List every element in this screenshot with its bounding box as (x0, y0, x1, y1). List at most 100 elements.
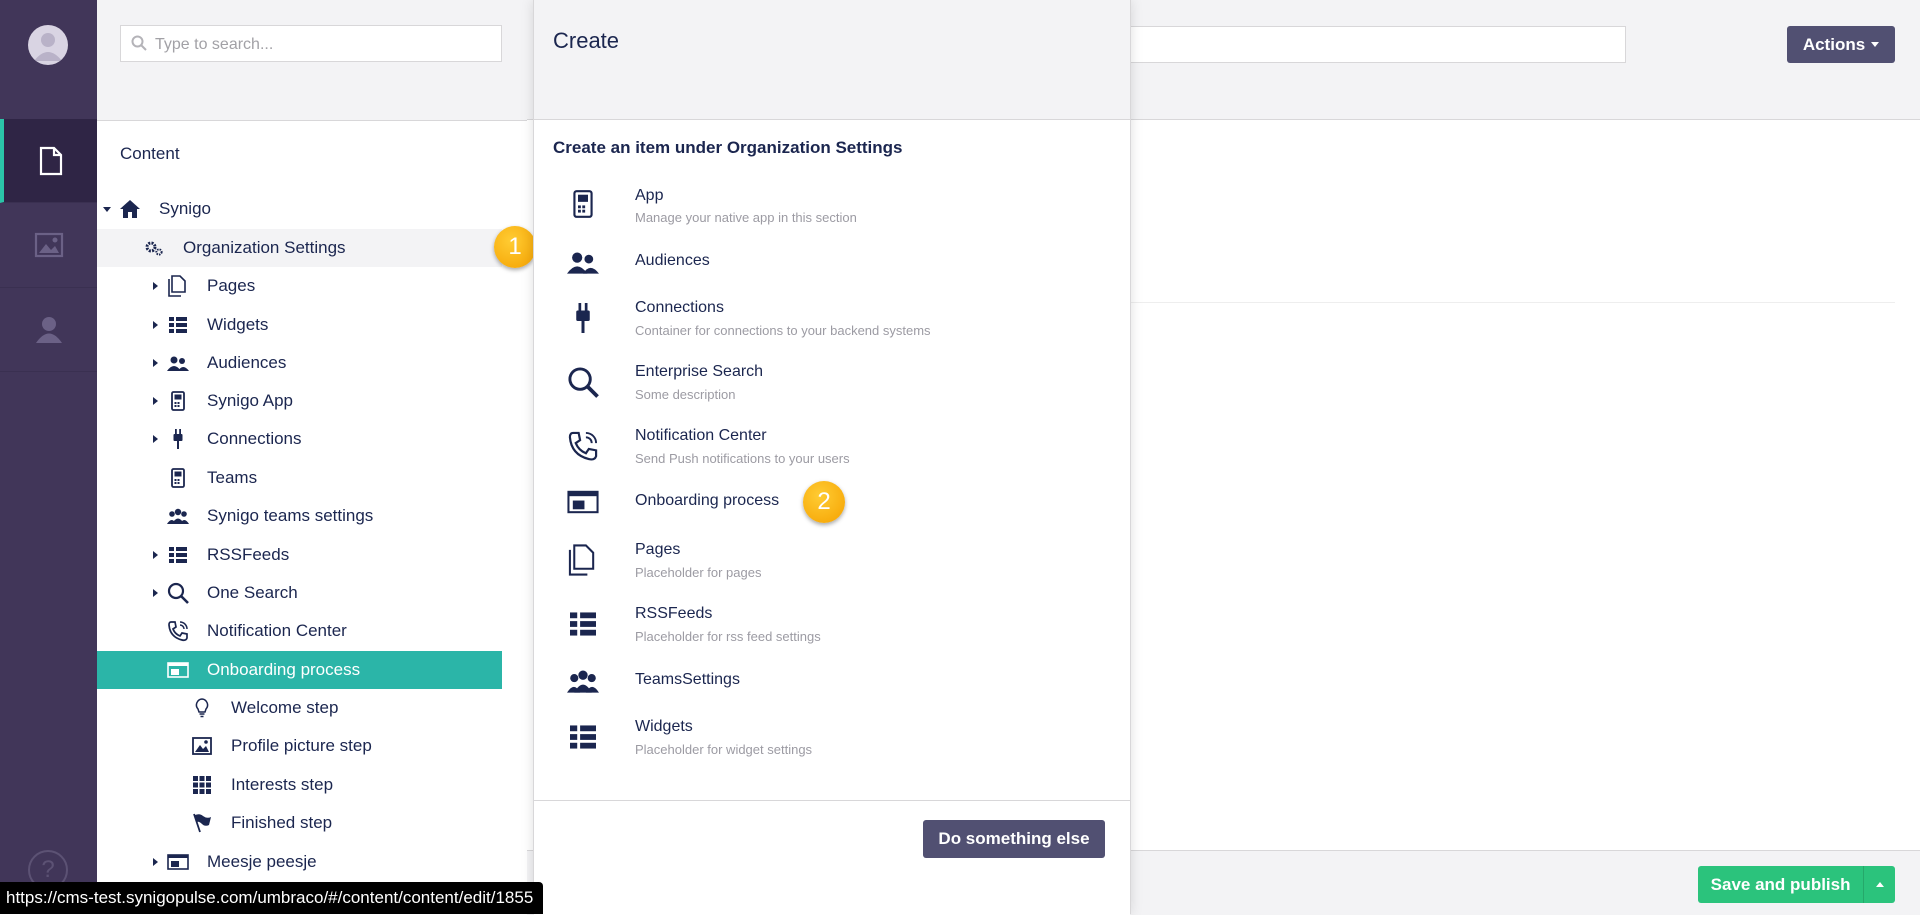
expand-caret-icon[interactable] (153, 435, 158, 443)
tree-node-label: Meesje peesje (207, 852, 317, 871)
caret-down-icon (1871, 42, 1880, 47)
media-icon (34, 232, 64, 258)
actions-button[interactable]: Actions (1787, 26, 1895, 63)
tree-node-interests-step[interactable]: Interests step (97, 766, 502, 804)
tree-node-connections[interactable]: Connections (97, 420, 502, 458)
caret-up-icon (1875, 882, 1884, 887)
create-item-audiences[interactable]: Audiences (534, 243, 1130, 303)
tree-node-synigo[interactable]: Synigo (97, 190, 502, 228)
tree-node-audiences[interactable]: Audiences (97, 344, 502, 382)
screens-icon (167, 851, 189, 873)
save-and-publish-button[interactable]: Save and publish (1698, 866, 1895, 903)
tree-node-label: Welcome step (231, 698, 339, 717)
create-item-pages[interactable]: Pages Placeholder for pages (534, 541, 1130, 601)
members-section-button[interactable] (0, 287, 97, 372)
create-item-description: Manage your native app in this section (635, 210, 857, 225)
tree-node-label: Synigo App (207, 391, 294, 410)
users-icon (167, 352, 189, 374)
search-icon (167, 582, 189, 604)
tree-node-meesje-peesje[interactable]: Meesje peesje (97, 843, 502, 881)
members-icon (34, 314, 64, 344)
users-icon (167, 505, 189, 527)
expand-caret-icon[interactable] (153, 282, 158, 290)
tree-node-label: Profile picture step (231, 736, 372, 755)
tree-node-label: Notification Center (207, 621, 347, 640)
create-item-description: Send Push notifications to your users (635, 451, 850, 466)
content-section-button[interactable] (0, 119, 97, 203)
create-item-description: Placeholder for widget settings (635, 742, 813, 757)
content-icon (38, 146, 64, 176)
tree-node-pages[interactable]: Pages (97, 267, 502, 305)
expand-caret-icon[interactable] (153, 359, 158, 367)
tree-node-teams[interactable]: Teams (97, 459, 502, 497)
documents-icon (167, 275, 189, 297)
tree-node-profile-picture-step[interactable]: Profile picture step (97, 727, 502, 765)
create-item-name: TeamsSettings (635, 671, 740, 688)
tree-node-widgets[interactable]: Widgets (97, 306, 502, 344)
tree-search-area (97, 0, 527, 121)
tree-node-organization-settings[interactable]: Organization Settings (97, 229, 502, 267)
tree-search-input[interactable] (153, 26, 487, 63)
plug-icon (564, 299, 602, 337)
dialog-header: Create (534, 0, 1130, 120)
create-item-teamssettings[interactable]: TeamsSettings (534, 662, 1130, 722)
screens-icon (167, 659, 189, 681)
tree-node-label: Onboarding process (207, 660, 361, 679)
tree-node-onboarding-process[interactable]: Onboarding process (97, 651, 502, 689)
step-badge-2: 2 (803, 481, 845, 523)
expand-caret-icon[interactable] (153, 858, 158, 866)
tree-node-synigo-teams-settings[interactable]: Synigo teams settings (97, 497, 502, 535)
create-item-rssfeeds[interactable]: RSSFeeds Placeholder for rss feed settin… (534, 605, 1130, 665)
tree-node-synigo-app[interactable]: Synigo App (97, 382, 502, 420)
tree-node-welcome-step[interactable]: Welcome step (97, 689, 502, 727)
tree-node-label: Finished step (231, 813, 333, 832)
tree-node-label: Pages (207, 276, 256, 295)
grid-icon (191, 774, 213, 796)
tree-node-rssfeeds[interactable]: RSSFeeds (97, 536, 502, 574)
expand-caret-icon[interactable] (153, 589, 158, 597)
tree-node-label: Teams (207, 468, 258, 487)
create-item-widgets[interactable]: Widgets Placeholder for widget settings (534, 718, 1130, 778)
tree-node-label: Widgets (207, 315, 269, 334)
tree-node-label: Organization Settings (183, 238, 346, 257)
dialog-footer: Do something else (534, 800, 1130, 915)
tree-node-finished-step[interactable]: Finished step (97, 804, 502, 842)
do-something-else-button[interactable]: Do something else (923, 820, 1105, 858)
create-item-name: RSSFeeds (635, 605, 713, 622)
save-options-toggle[interactable] (1863, 866, 1895, 903)
create-item-name: Onboarding process (635, 492, 780, 509)
list-icon (167, 544, 189, 566)
tree-node-notification-center[interactable]: Notification Center (97, 612, 502, 650)
collapse-caret-icon[interactable] (103, 206, 111, 212)
user-avatar[interactable] (28, 25, 68, 65)
tree-search-box[interactable] (120, 25, 502, 63)
expand-caret-icon[interactable] (153, 397, 158, 405)
tree-node-label: Synigo teams settings (207, 506, 374, 525)
screens-icon (564, 483, 602, 521)
tree-node-label: Audiences (207, 353, 287, 372)
create-item-notification-center[interactable]: Notification Center Send Push notificati… (534, 427, 1130, 487)
users-icon (564, 243, 602, 281)
step-badge-1: 1 (494, 226, 536, 268)
create-item-name: App (635, 187, 664, 204)
node-name-input[interactable] (1120, 26, 1626, 63)
plug-icon (167, 428, 189, 450)
documents-icon (564, 541, 602, 579)
lightbulb-icon (191, 697, 213, 719)
search-icon (564, 363, 602, 401)
create-item-description: Placeholder for rss feed settings (635, 629, 821, 644)
phone-ring-icon (564, 427, 602, 465)
tree-node-one-search[interactable]: One Search (97, 574, 502, 612)
create-item-enterprise-search[interactable]: Enterprise Search Some description (534, 363, 1130, 423)
users-icon (564, 662, 602, 700)
create-item-connections[interactable]: Connections Container for connections to… (534, 299, 1130, 359)
create-item-app[interactable]: App Manage your native app in this secti… (534, 185, 1130, 245)
expand-caret-icon[interactable] (153, 551, 158, 559)
actions-label: Actions (1802, 34, 1866, 54)
media-section-button[interactable] (0, 203, 97, 288)
phone-ring-icon (167, 620, 189, 642)
list-icon (167, 314, 189, 336)
tree-node-label: Synigo (159, 199, 211, 218)
expand-caret-icon[interactable] (153, 321, 158, 329)
tree-node-label: Interests step (231, 775, 334, 794)
